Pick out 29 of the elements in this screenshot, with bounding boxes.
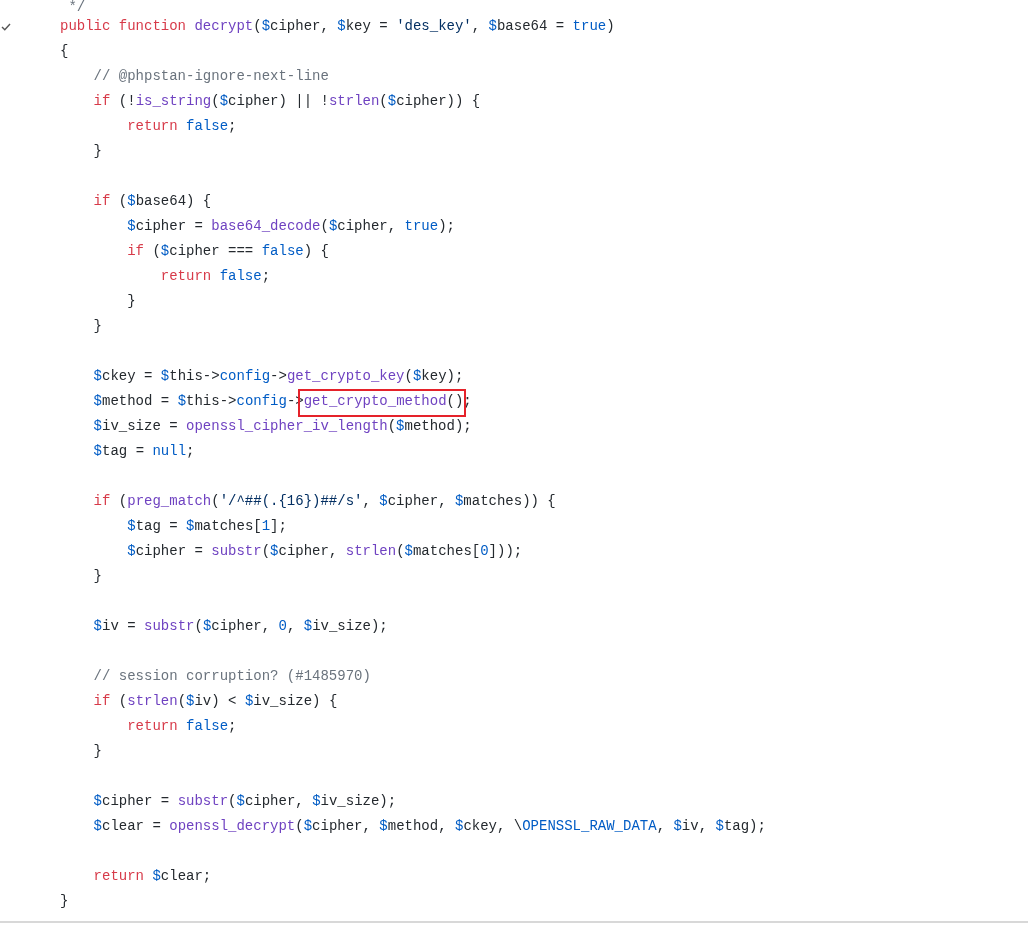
code-line: return false; — [126, 117, 237, 136]
code-line: } — [60, 892, 69, 911]
code-line: $iv = substr($cipher, 0, $iv_size); — [92, 617, 388, 636]
code-line: return false; — [159, 267, 271, 286]
code-line: $tag = $matches[1]; — [126, 517, 287, 536]
code-line: if (strlen($iv) < $iv_size) { — [92, 692, 338, 711]
code-line: } — [92, 317, 102, 336]
code-line: $cipher = substr($cipher, $iv_size); — [92, 792, 397, 811]
code-comment: // session corruption? (#1485970) — [92, 667, 371, 686]
code-line: if (!is_string($cipher) || !strlen($cipher)) { — [92, 92, 481, 111]
code-line: { — [60, 42, 69, 61]
code-line: $tag = null; — [92, 442, 195, 461]
code-line: } — [126, 292, 136, 311]
code-line: if ($base64) { — [92, 192, 212, 211]
code-line: $cipher = substr($cipher, strlen($matches[0])); — [126, 542, 523, 561]
code-line: return false; — [126, 717, 237, 736]
code-line: public function decrypt($cipher, $key = 'des_key', $base64 = true) — [60, 17, 615, 36]
code-line: } — [92, 142, 102, 161]
code-line: } — [92, 567, 102, 586]
code-line: if ($cipher === false) { — [126, 242, 329, 261]
code-comment: */ — [67, 0, 86, 14]
code-line: if (preg_match('/^##(.{16})##/s', $cipher, $matches)) { — [92, 492, 556, 511]
code-line: $cipher = base64_decode($cipher, true); — [126, 217, 455, 236]
code-comment: // @phpstan-ignore-next-line — [92, 67, 329, 86]
code-line: $iv_size = openssl_cipher_iv_length($method); — [92, 417, 472, 436]
code-line: $clear = openssl_decrypt($cipher, $method, $ckey, \OPENSSL_RAW_DATA, $iv, $tag); — [92, 817, 766, 836]
code-line: return $clear; — [92, 867, 212, 886]
code-line: } — [92, 742, 102, 761]
code-line: $ckey = $this->config->get_crypto_key($key); — [92, 367, 464, 386]
